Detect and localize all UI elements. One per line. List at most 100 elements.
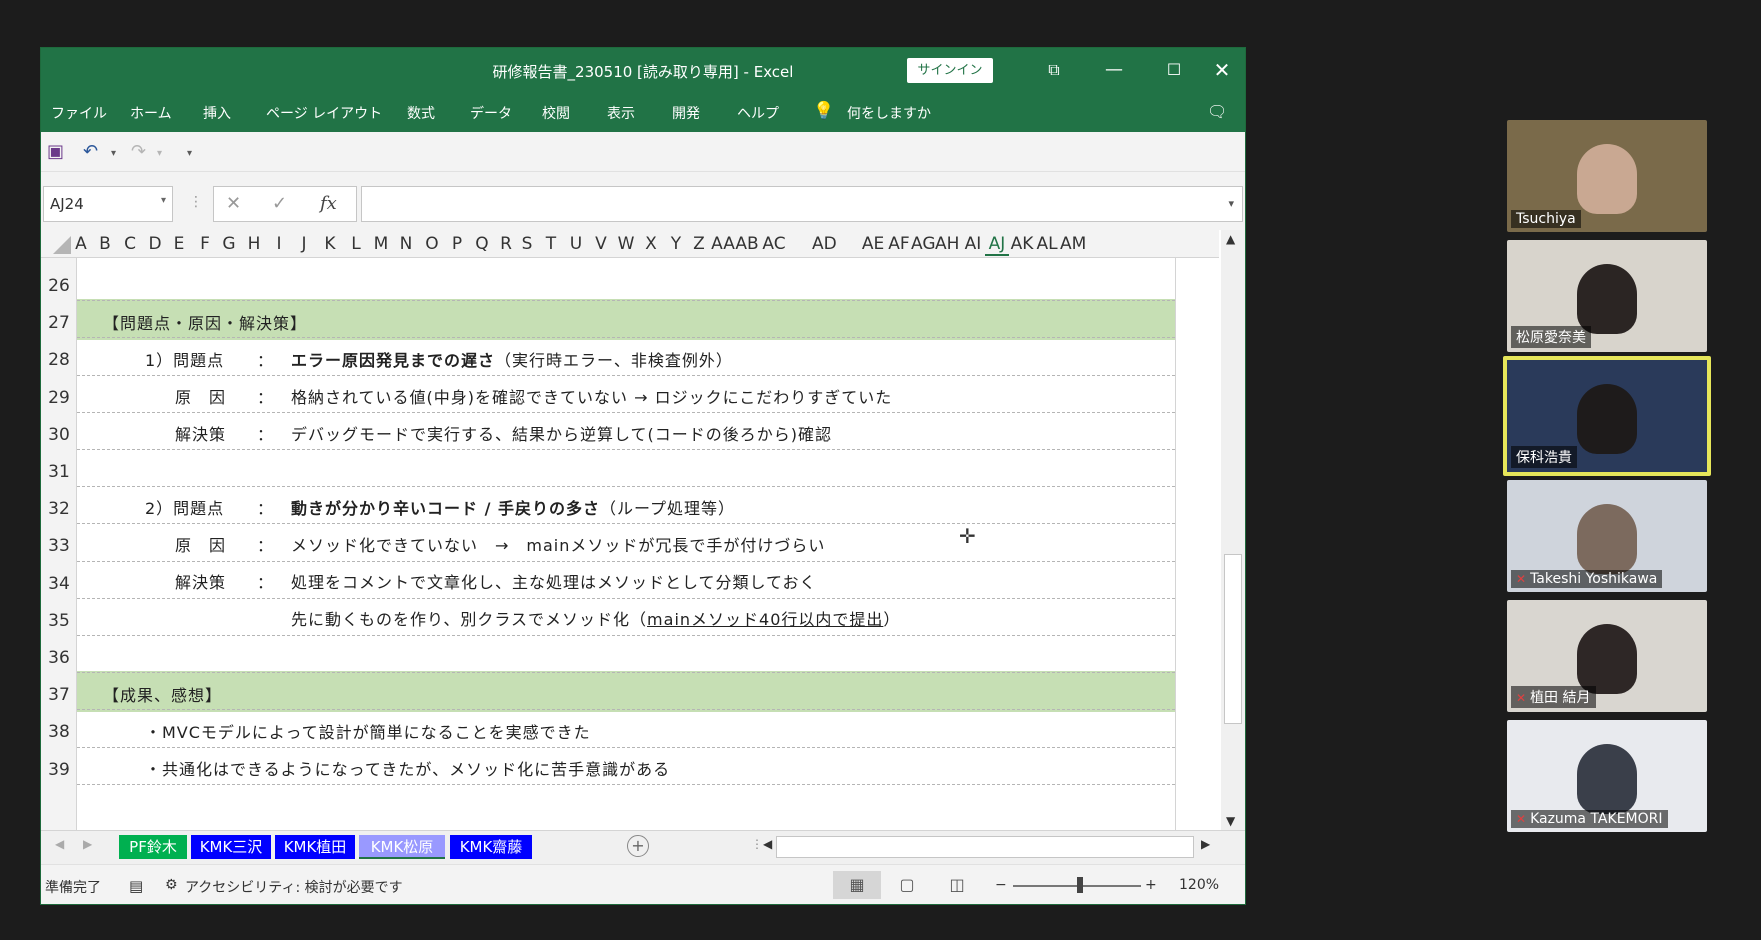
insert-function-icon[interactable]: fx	[320, 193, 337, 214]
column-header-al[interactable]: AL	[1035, 234, 1059, 254]
add-sheet-icon[interactable]: +	[627, 835, 649, 857]
column-header-af[interactable]: AF	[887, 234, 911, 254]
column-header-z[interactable]: Z	[687, 234, 711, 254]
column-header-d[interactable]: D	[143, 234, 167, 254]
tab-home[interactable]: ホーム	[130, 103, 172, 123]
column-header-n[interactable]: N	[394, 234, 418, 254]
undo-icon[interactable]: ↶	[83, 141, 98, 162]
redo-icon[interactable]: ↷	[131, 141, 146, 162]
column-header-ab[interactable]: AB	[735, 234, 759, 254]
cell-cause-label[interactable]: 原 因	[175, 384, 226, 408]
column-header-b[interactable]: B	[93, 234, 117, 254]
column-header-t[interactable]: T	[539, 234, 563, 254]
column-header-aa[interactable]: AA	[711, 234, 735, 254]
cell-impression[interactable]: ・MVCモデルによって設計が簡単になることを実感できた	[145, 719, 591, 743]
tab-formulas[interactable]: 数式	[407, 103, 435, 123]
row-header-35[interactable]: 35	[41, 611, 77, 631]
page-break-view-icon[interactable]: ◫	[933, 871, 981, 899]
next-sheet-icon[interactable]: ▶	[83, 837, 92, 851]
minimize-icon[interactable]: —	[1091, 52, 1137, 88]
undo-dropdown-icon[interactable]: ▾	[111, 148, 116, 159]
comments-icon[interactable]: 🗨	[1207, 102, 1227, 121]
sheet-tab[interactable]: KMK松原	[359, 835, 445, 859]
signin-button[interactable]: サインイン	[907, 58, 993, 83]
cell-cause-label[interactable]: 原 因	[175, 532, 226, 556]
cell-solution-text[interactable]: 処理をコメントで文章化し、主な処理はメソッドとして分類しておく	[291, 569, 817, 593]
column-header-w[interactable]: W	[614, 234, 638, 254]
tab-data[interactable]: データ	[470, 103, 512, 123]
participant-tile[interactable]: 保科浩貴	[1503, 356, 1711, 476]
sheet-tab[interactable]: PF鈴木	[119, 835, 187, 859]
column-header-l[interactable]: L	[344, 234, 368, 254]
tab-page-layout[interactable]: ページ レイアウト	[266, 103, 382, 123]
scroll-thumb[interactable]	[1224, 554, 1242, 724]
row-header-38[interactable]: 38	[41, 722, 77, 742]
expand-formula-icon[interactable]: ▾	[1228, 197, 1234, 210]
row-header-34[interactable]: 34	[41, 574, 77, 594]
column-header-k[interactable]: K	[318, 234, 342, 254]
save-icon[interactable]: ▣	[47, 141, 64, 162]
row-header-39[interactable]: 39	[41, 760, 77, 780]
maximize-icon[interactable]: ☐	[1151, 52, 1197, 88]
column-header-g[interactable]: G	[217, 234, 241, 254]
column-header-p[interactable]: P	[445, 234, 469, 254]
cell-cause-text[interactable]: メソッド化できていない → mainメソッドが冗長で手が付けづらい	[291, 532, 825, 556]
scroll-up-icon[interactable]: ▲	[1226, 232, 1235, 246]
scroll-down-icon[interactable]: ▼	[1226, 814, 1235, 828]
column-header-e[interactable]: E	[167, 234, 191, 254]
column-header-f[interactable]: F	[193, 234, 217, 254]
accessibility-status[interactable]: アクセシビリティ: 検討が必要です	[185, 877, 403, 897]
customize-qat-icon[interactable]: ▾	[187, 148, 192, 159]
column-header-ae[interactable]: AE	[861, 234, 885, 254]
zoom-out-icon[interactable]: −	[995, 877, 1007, 893]
column-header-y[interactable]: Y	[664, 234, 688, 254]
row-header-33[interactable]: 33	[41, 536, 77, 556]
column-header-o[interactable]: O	[420, 234, 444, 254]
column-header-x[interactable]: X	[639, 234, 663, 254]
horizontal-scrollbar[interactable]	[776, 836, 1194, 858]
participant-tile[interactable]: ✕ 植田 結月	[1507, 600, 1707, 712]
macro-icon[interactable]: ▤	[129, 877, 143, 895]
column-header-ah[interactable]: AH	[935, 234, 959, 254]
column-header-u[interactable]: U	[564, 234, 588, 254]
column-header-aj[interactable]: AJ	[985, 234, 1009, 256]
tab-split-icon[interactable]: ⋮	[751, 837, 763, 851]
column-header-ak[interactable]: AK	[1010, 234, 1034, 254]
participant-tile[interactable]: ✕ Kazuma TAKEMORI	[1507, 720, 1707, 832]
tab-insert[interactable]: 挿入	[203, 103, 231, 123]
cell-problem-text[interactable]: 動きが分かり辛いコード / 手戻りの多さ（ループ処理等）	[291, 495, 735, 519]
tab-help[interactable]: ヘルプ	[737, 103, 779, 123]
scroll-left-icon[interactable]: ◀	[763, 837, 772, 851]
cell-section-title[interactable]: 【成果、感想】	[103, 682, 222, 706]
cell-problem-number[interactable]: 2）問題点	[145, 495, 224, 519]
row-header-30[interactable]: 30	[41, 425, 77, 445]
cell-solution-text[interactable]: デバッグモードで実行する、結果から逆算して(コードの後ろから)確認	[291, 421, 832, 445]
participant-tile[interactable]: ✕ Takeshi Yoshikawa	[1507, 480, 1707, 592]
sheet-tab[interactable]: KMK齋藤	[450, 835, 532, 859]
column-header-ac[interactable]: AC	[762, 234, 786, 254]
column-header-ad[interactable]: AD	[812, 234, 837, 254]
row-header-31[interactable]: 31	[41, 462, 77, 482]
participant-tile[interactable]: Tsuchiya	[1507, 120, 1707, 232]
column-header-am[interactable]: AM	[1060, 234, 1086, 254]
cell-section-title[interactable]: 【問題点・原因・解決策】	[103, 310, 307, 334]
row-header-36[interactable]: 36	[41, 648, 77, 668]
cell-problem-number[interactable]: 1）問題点	[145, 347, 224, 371]
cell-cause-text[interactable]: 格納されている値(中身)を確認できていない → ロジックにこだわりすぎていた	[291, 384, 892, 408]
column-header-m[interactable]: M	[369, 234, 393, 254]
enter-icon[interactable]: ✓	[272, 193, 287, 214]
cell-solution-label[interactable]: 解決策	[175, 569, 226, 593]
column-header-i[interactable]: I	[267, 234, 291, 254]
tab-view[interactable]: 表示	[607, 103, 635, 123]
cancel-icon[interactable]: ✕	[226, 193, 241, 214]
close-icon[interactable]: ✕	[1199, 52, 1245, 88]
column-header-q[interactable]: Q	[470, 234, 494, 254]
row-header-32[interactable]: 32	[41, 499, 77, 519]
column-header-ag[interactable]: AG	[911, 234, 936, 254]
row-header-37[interactable]: 37	[41, 685, 77, 705]
name-box[interactable]: AJ24 ▾	[43, 186, 173, 222]
participant-tile[interactable]: 松原愛奈美	[1507, 240, 1707, 352]
redo-dropdown-icon[interactable]: ▾	[157, 148, 162, 159]
column-header-h[interactable]: H	[242, 234, 266, 254]
worksheet-grid[interactable]: A B C D E F G H I J K L M N O P Q R S T U V W X Y Z AA AB AC AD AE AF AG…	[41, 230, 1245, 830]
